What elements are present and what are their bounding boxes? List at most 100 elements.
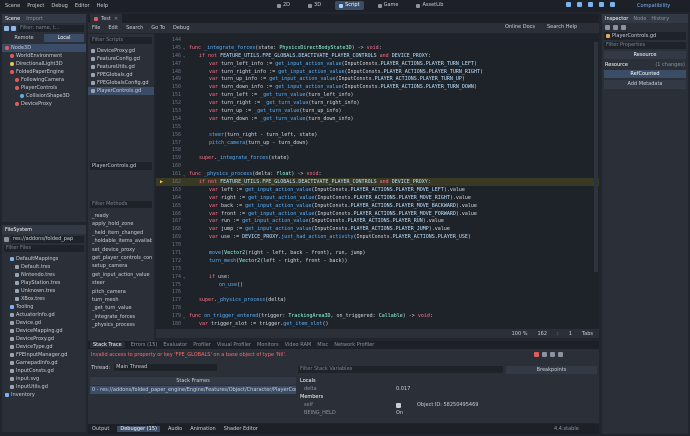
filter-properties-input[interactable]: Filter Properties — [604, 42, 686, 49]
members-section[interactable]: Members — [298, 393, 503, 401]
scene-node[interactable]: FollowingCamera — [2, 76, 86, 84]
local-button[interactable]: Local — [44, 33, 84, 42]
tab-test[interactable]: Test × — [90, 14, 123, 23]
link-icon[interactable] — [11, 25, 16, 31]
add-metadata-button[interactable]: Add Metadata — [604, 80, 686, 89]
stack-frame-row[interactable]: 0 - res://addons/folded_paper_engine/Eng… — [90, 386, 296, 394]
file-item[interactable]: XBox.tres — [2, 295, 86, 303]
locals-section[interactable]: Locals — [298, 377, 503, 385]
tab-scene[interactable]: Scene — [5, 16, 20, 22]
continue-icon[interactable] — [558, 352, 563, 357]
new-resource-icon[interactable] — [605, 25, 610, 30]
file-item[interactable]: DeviceProxy.gd — [2, 335, 86, 343]
filesystem-filter-input[interactable]: Filter Files — [4, 245, 84, 252]
filter-stack-variables-input[interactable]: Filter Stack Variables — [298, 366, 503, 373]
workspace-script[interactable]: Script — [335, 1, 364, 10]
bottom-tab[interactable]: Animation — [190, 426, 216, 432]
method-item[interactable]: _holdable_items_availabl... — [90, 237, 152, 245]
method-item[interactable]: turn_mesh — [90, 296, 152, 304]
open-icon[interactable] — [613, 25, 618, 30]
file-item[interactable]: Nintendo.tres — [2, 271, 86, 279]
scene-node[interactable]: CollisionShape3D — [2, 92, 86, 100]
script-menu-go-to[interactable]: Go To — [151, 25, 165, 31]
resource-button[interactable]: Resource — [604, 51, 686, 59]
bottom-tab[interactable]: Audio — [168, 426, 182, 432]
filesystem-path[interactable]: res://addons/folded_pap — [11, 235, 84, 243]
step-into-icon[interactable] — [542, 352, 547, 357]
workspace-game[interactable]: Game — [374, 1, 403, 10]
debugger-tab[interactable]: Stack Trace — [90, 342, 125, 348]
script-list-item[interactable]: FPEGlobalsConfig.gd — [88, 79, 154, 87]
method-item[interactable]: _held_item_changed — [90, 229, 152, 237]
file-item[interactable]: FPEInputManager.gd — [2, 351, 86, 359]
file-item[interactable]: InputUtils.gd — [2, 383, 86, 391]
script-list-item[interactable]: FPEGlobals.gd — [88, 71, 154, 79]
debugger-tab[interactable]: Video RAM — [285, 342, 312, 348]
file-item[interactable]: input.svg — [2, 375, 86, 383]
script-list-item[interactable]: FeatureUtils.gd — [88, 63, 154, 71]
method-item[interactable]: _ready — [90, 212, 152, 220]
folder-item[interactable]: Inventory — [2, 391, 86, 399]
back-icon[interactable] — [4, 236, 9, 242]
scene-node[interactable]: WorldEnvironment — [2, 52, 86, 60]
folder-item[interactable]: DefaultMappings — [2, 255, 86, 263]
filter-scripts-input[interactable]: Filter Scripts — [90, 37, 152, 44]
file-item[interactable]: Device.gd — [2, 319, 86, 327]
pause-icon[interactable] — [577, 2, 582, 7]
file-item[interactable]: Default.tres — [2, 263, 86, 271]
menu-debug[interactable]: Debug — [51, 3, 67, 9]
code-editor[interactable]: 144 145 ⌄ func _integrate_forces(state: Phy… — [156, 34, 599, 329]
menu-scene[interactable]: Scene — [5, 3, 20, 9]
workspace-3d[interactable]: 3D — [304, 1, 325, 10]
filter-methods-input[interactable]: Filter Methods — [90, 201, 152, 208]
search-help-button[interactable]: Search Help — [547, 24, 577, 30]
scene-node[interactable]: Node3D — [2, 44, 86, 52]
method-item[interactable]: pitch_camera — [90, 288, 152, 296]
file-item[interactable]: InputConsts.gd — [2, 367, 86, 375]
tab-import[interactable]: Import — [26, 16, 43, 22]
method-item[interactable]: setup_camera — [90, 262, 152, 270]
method-item[interactable]: _physics_process — [90, 321, 152, 329]
remote-button[interactable]: Remote — [4, 35, 44, 41]
script-menu-search[interactable]: Search — [126, 25, 143, 31]
play-custom-icon[interactable] — [610, 2, 615, 7]
script-list-item[interactable]: DeviceProxy.gd — [88, 47, 154, 55]
resource-section[interactable]: Resource — [605, 62, 628, 68]
code-scrollbar[interactable] — [594, 42, 598, 272]
debugger-tab[interactable]: Misc — [317, 342, 328, 348]
debugger-tab[interactable]: Errors (15) — [131, 342, 158, 348]
menu-editor[interactable]: Editor — [75, 3, 90, 9]
play-scene-icon[interactable] — [599, 2, 604, 7]
bottom-tab[interactable]: Shader Editor — [224, 426, 258, 432]
file-item[interactable]: Unknown.tres — [2, 287, 86, 295]
indent-mode[interactable]: Tabs — [582, 331, 593, 337]
method-item[interactable]: apply_hold_zone — [90, 220, 152, 228]
debugger-tab[interactable]: Monitors — [257, 342, 279, 348]
scene-node[interactable]: DeviceProxy — [2, 100, 86, 108]
file-item[interactable]: PlayStation.tres — [2, 279, 86, 287]
online-docs-button[interactable]: Online Docs — [505, 24, 535, 30]
scene-node[interactable]: PlayerControls — [2, 84, 86, 92]
add-node-icon[interactable] — [4, 25, 9, 31]
thread-select[interactable]: Main Thread — [114, 364, 218, 371]
tab-inspector[interactable]: Inspector — [605, 16, 628, 22]
method-item[interactable]: steer — [90, 279, 152, 287]
bottom-tab[interactable]: Output — [92, 426, 109, 432]
method-item[interactable]: _get_turn_value — [90, 304, 152, 312]
menu-help[interactable]: Help — [97, 3, 108, 9]
play-icon[interactable] — [566, 2, 571, 7]
tab-node[interactable]: Node — [633, 16, 646, 22]
scene-node[interactable]: DirectionalLight3D — [2, 60, 86, 68]
debugger-tab[interactable]: Evaluator — [163, 342, 187, 348]
scene-node[interactable]: FoldedPaperEngine — [2, 68, 86, 76]
stop-icon[interactable] — [588, 2, 593, 7]
save-icon[interactable] — [621, 25, 626, 30]
script-list-item[interactable]: PlayerControls.gd — [88, 87, 154, 95]
script-list-item[interactable]: FeatureConfig.gd — [88, 55, 154, 63]
step-over-icon[interactable] — [550, 352, 555, 357]
file-item[interactable]: DeviceMapping.gd — [2, 327, 86, 335]
debugger-tab[interactable]: Network Profiler — [334, 342, 374, 348]
close-icon[interactable]: × — [114, 16, 118, 22]
method-item[interactable]: set_device_proxy — [90, 246, 152, 254]
method-item[interactable]: get_player_controls_config — [90, 254, 152, 262]
